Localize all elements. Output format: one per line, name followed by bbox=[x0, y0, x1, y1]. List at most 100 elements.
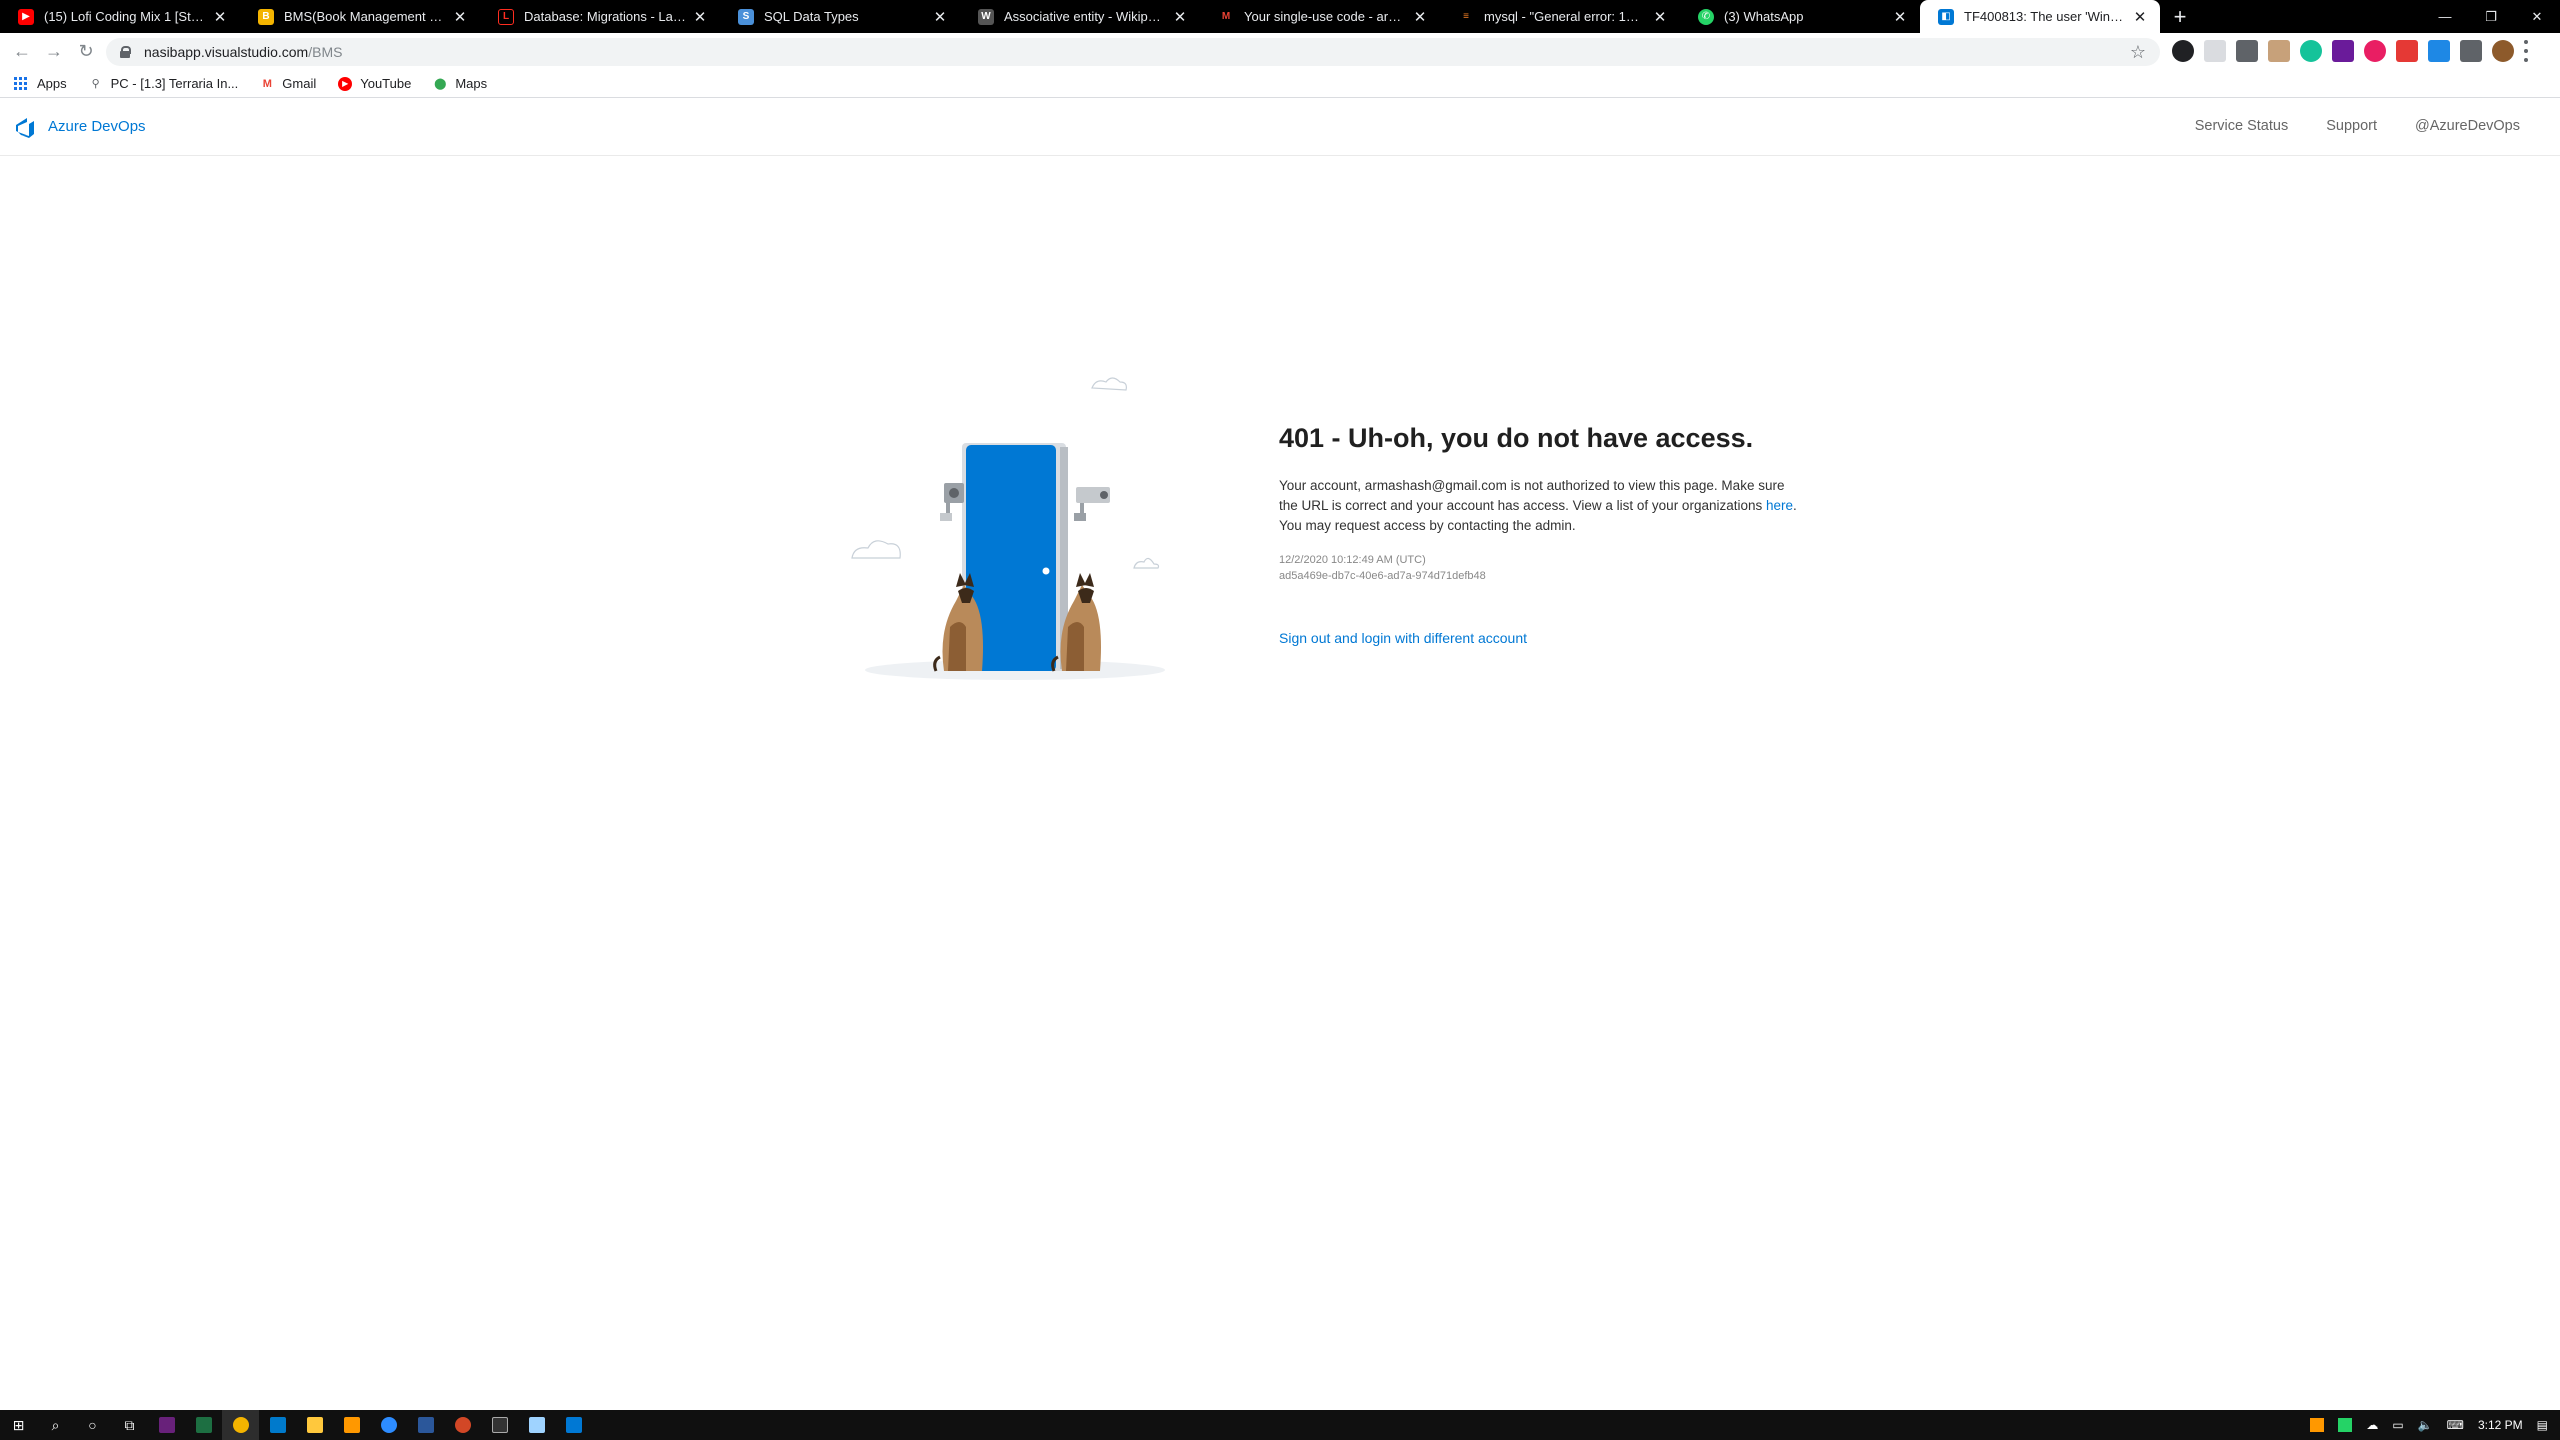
support-link[interactable]: Support bbox=[2326, 118, 2377, 134]
azure-devops-header: Azure DevOps Service Status Support @Azu… bbox=[0, 99, 2560, 156]
vscode-icon[interactable] bbox=[259, 1410, 296, 1440]
search-icon[interactable]: ⌕ bbox=[37, 1410, 74, 1440]
restore-button[interactable]: ❐ bbox=[2468, 0, 2514, 33]
url-host: nasibapp.visualstudio.com bbox=[144, 44, 309, 60]
browser-tab[interactable]: B BMS(Book Management System) ✕ bbox=[240, 0, 480, 33]
twitter-link[interactable]: @AzureDevOps bbox=[2415, 118, 2520, 134]
bookmark-label: Gmail bbox=[282, 76, 317, 91]
door-guard-dogs-illustration bbox=[851, 377, 1165, 680]
chrome-icon[interactable] bbox=[222, 1410, 259, 1440]
browser-tab[interactable]: ▶ (15) Lofi Coding Mix 1 [Stay Hom ✕ bbox=[0, 0, 240, 33]
browser-tab[interactable]: W Associative entity - Wikipedia ✕ bbox=[960, 0, 1200, 33]
extension-icon[interactable] bbox=[2364, 40, 2386, 62]
error-message-text: Your account, armashash@gmail.com is not… bbox=[1279, 478, 1785, 513]
close-icon[interactable]: ✕ bbox=[1172, 9, 1188, 26]
close-icon[interactable]: ✕ bbox=[932, 9, 948, 26]
back-button[interactable]: ← bbox=[6, 36, 38, 68]
menu-kebab-icon[interactable] bbox=[2524, 40, 2528, 62]
extension-icon[interactable] bbox=[2236, 40, 2258, 62]
browser-tab[interactable]: ✆ (3) WhatsApp ✕ bbox=[1680, 0, 1920, 33]
youtube-icon: ▶ bbox=[18, 8, 34, 25]
forward-button[interactable]: → bbox=[38, 36, 70, 68]
url-path: /BMS bbox=[308, 44, 343, 60]
extension-icon[interactable] bbox=[2172, 40, 2194, 62]
onedrive-icon[interactable]: ☁ bbox=[2366, 1418, 2378, 1432]
task-view-icon[interactable]: ⧉ bbox=[111, 1410, 148, 1440]
reload-button[interactable]: ↻ bbox=[70, 36, 102, 68]
notepad-icon[interactable] bbox=[518, 1410, 555, 1440]
extension-icon[interactable] bbox=[2396, 40, 2418, 62]
extension-icon[interactable] bbox=[2268, 40, 2290, 62]
tray-app-icon[interactable] bbox=[2338, 1418, 2353, 1432]
close-icon[interactable]: ✕ bbox=[1652, 9, 1668, 26]
azure-devops-logo-icon[interactable] bbox=[14, 117, 36, 139]
minimize-button[interactable]: — bbox=[2422, 0, 2468, 33]
extension-icon[interactable] bbox=[2332, 40, 2354, 62]
bookmark-label: Maps bbox=[455, 76, 488, 91]
brand-link[interactable]: Azure DevOps bbox=[48, 118, 146, 135]
visual-studio-icon[interactable] bbox=[148, 1410, 185, 1440]
browser-tab[interactable]: S SQL Data Types ✕ bbox=[720, 0, 960, 33]
extension-icon[interactable] bbox=[2204, 40, 2226, 62]
close-icon[interactable]: ✕ bbox=[692, 9, 708, 26]
terminal-icon[interactable] bbox=[481, 1410, 518, 1440]
azure-icon[interactable] bbox=[555, 1410, 592, 1440]
address-bar[interactable]: nasibapp.visualstudio.com/BMS ☆ bbox=[106, 38, 2160, 66]
tab-title: SQL Data Types bbox=[764, 9, 859, 24]
word-icon[interactable] bbox=[407, 1410, 444, 1440]
close-icon[interactable]: ✕ bbox=[2132, 9, 2148, 26]
browser-tab-active[interactable]: ◧ TF400813: The user 'Windows Li ✕ bbox=[1920, 0, 2160, 33]
sql-icon: S bbox=[738, 8, 754, 25]
grammarly-icon[interactable] bbox=[2300, 40, 2322, 62]
language-icon[interactable]: ⌨ bbox=[2447, 1418, 2464, 1432]
terraria-icon: ⚲ bbox=[91, 78, 100, 90]
tab-title: Associative entity - Wikipedia bbox=[1004, 9, 1166, 24]
bookmark-terraria[interactable]: ⚲ PC - [1.3] Terraria In... bbox=[89, 76, 239, 91]
start-icon[interactable]: ⊞ bbox=[0, 1410, 37, 1440]
browser-tab[interactable]: M Your single-use code - armashas ✕ bbox=[1200, 0, 1440, 33]
avatar[interactable] bbox=[2492, 40, 2514, 62]
puzzle-extensions-icon[interactable] bbox=[2460, 40, 2482, 62]
close-icon[interactable]: ✕ bbox=[1892, 9, 1908, 26]
close-icon[interactable]: ✕ bbox=[1412, 9, 1428, 26]
network-icon[interactable]: ▭ bbox=[2392, 1418, 2403, 1432]
bookmark-label: Apps bbox=[37, 76, 67, 91]
tray-app-icon[interactable] bbox=[2310, 1418, 2325, 1432]
organizations-link[interactable]: here bbox=[1766, 498, 1793, 513]
zoom-icon[interactable] bbox=[370, 1410, 407, 1440]
whatsapp-icon: ✆ bbox=[1698, 8, 1714, 25]
cloud-icon bbox=[1133, 557, 1160, 569]
browser-tab[interactable]: L Database: Migrations - Laravel - ✕ bbox=[480, 0, 720, 33]
youtube-icon: ▶ bbox=[338, 76, 353, 91]
notifications-icon[interactable]: ▤ bbox=[2537, 1418, 2548, 1432]
window-controls: — ❐ ✕ bbox=[2422, 0, 2560, 33]
tab-title: Your single-use code - armashas bbox=[1244, 9, 1406, 24]
close-icon[interactable]: ✕ bbox=[212, 9, 228, 26]
browser-tab[interactable]: ≡ mysql - "General error: 1005 Can ✕ bbox=[1440, 0, 1680, 33]
lock-icon[interactable] bbox=[120, 46, 131, 58]
volume-icon[interactable]: 🔈 bbox=[2418, 1418, 2433, 1432]
bookmark-label: PC - [1.3] Terraria In... bbox=[110, 76, 239, 91]
service-status-link[interactable]: Service Status bbox=[2195, 118, 2289, 134]
bookmark-maps[interactable]: ⬤ Maps bbox=[433, 76, 487, 91]
extension-icon[interactable] bbox=[2428, 40, 2450, 62]
sign-out-link[interactable]: Sign out and login with different accoun… bbox=[1279, 630, 1527, 646]
error-timestamp: 12/2/2020 10:12:49 AM (UTC) bbox=[1279, 554, 1426, 566]
activity-id: ad5a469e-db7c-40e6-ad7a-974d71defb48 bbox=[1279, 570, 1486, 582]
bookmark-gmail[interactable]: M Gmail bbox=[260, 76, 317, 91]
new-tab-button[interactable]: + bbox=[2164, 0, 2196, 33]
windows-taskbar: ⊞ ⌕ ○ ⧉ ☁ ▭ 🔈 ⌨ 3:12 PM ▤ bbox=[0, 1410, 2560, 1440]
laravel-icon: L bbox=[498, 8, 514, 25]
excel-icon[interactable] bbox=[185, 1410, 222, 1440]
bookmark-apps[interactable]: Apps bbox=[14, 76, 67, 91]
file-explorer-icon[interactable] bbox=[296, 1410, 333, 1440]
security-camera-right-icon bbox=[1074, 487, 1110, 521]
close-icon[interactable]: ✕ bbox=[452, 9, 468, 26]
clock[interactable]: 3:12 PM bbox=[2478, 1418, 2523, 1432]
powerpoint-icon[interactable] bbox=[444, 1410, 481, 1440]
bookmark-youtube[interactable]: ▶ YouTube bbox=[338, 76, 411, 91]
sublime-icon[interactable] bbox=[333, 1410, 370, 1440]
close-window-button[interactable]: ✕ bbox=[2514, 0, 2560, 33]
bookmark-star-icon[interactable]: ☆ bbox=[2130, 42, 2146, 63]
cortana-icon[interactable]: ○ bbox=[74, 1410, 111, 1440]
